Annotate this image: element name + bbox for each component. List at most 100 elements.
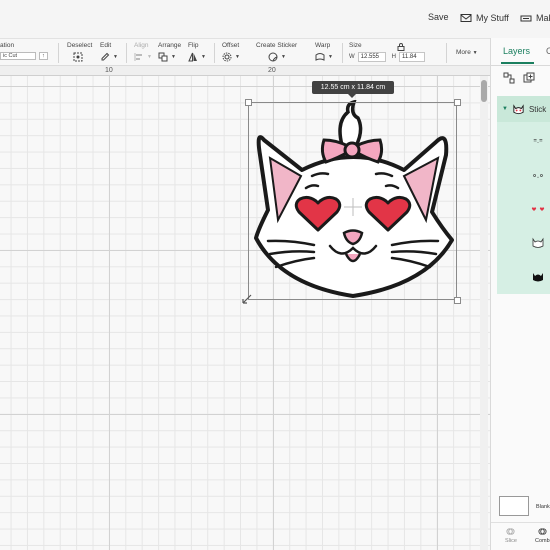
layer-group-header[interactable]: ▼ Stick — [497, 96, 550, 122]
pencil-icon — [101, 52, 110, 61]
warp-button[interactable]: Warp ▼ — [315, 42, 333, 62]
outline-thumbnail-icon — [532, 237, 544, 248]
resize-handle-top-right[interactable] — [454, 99, 461, 106]
whiskers-thumbnail-icon — [533, 139, 543, 143]
offset-label: Offset — [222, 42, 240, 49]
layer-item-eyes[interactable] — [527, 168, 549, 182]
height-input[interactable]: 11.84 — [399, 52, 426, 62]
selection-box[interactable] — [248, 102, 457, 300]
arrange-button[interactable]: Arrange ▼ — [158, 42, 181, 62]
toolbar-divider — [126, 43, 127, 63]
create-sticker-label: Create Sticker — [256, 42, 298, 49]
layer-item-silhouette[interactable] — [527, 270, 549, 284]
hearts-thumbnail-icon — [531, 207, 545, 211]
top-bar: Save My Stuff Mak — [0, 0, 550, 38]
align-label: Align — [134, 42, 149, 49]
flip-label: Flip — [188, 42, 199, 49]
combine-button[interactable]: Comb — [535, 527, 550, 544]
group-icon[interactable] — [503, 72, 515, 84]
ruler-mark: 20 — [268, 67, 276, 74]
slice-icon — [506, 528, 516, 535]
operation-label: ation — [0, 42, 15, 49]
arrange-icon — [158, 52, 168, 62]
lock-icon[interactable] — [397, 43, 405, 51]
deselect-icon — [73, 52, 83, 62]
layer-item-whiskers[interactable] — [527, 134, 549, 148]
blank-canvas-label: Blank — [536, 504, 550, 510]
blank-canvas-swatch[interactable] — [499, 496, 529, 516]
operation-options-icon[interactable]: ↑ — [39, 52, 48, 60]
panel-tabs: Layers C — [491, 38, 550, 66]
slice-button[interactable]: Slice — [505, 527, 517, 544]
cat-thumbnail-icon — [513, 103, 524, 114]
chevron-down-icon: ▼ — [113, 54, 118, 60]
flip-button[interactable]: Flip ▼ — [188, 42, 206, 62]
arrange-label: Arrange — [158, 42, 182, 49]
layer-actions — [503, 72, 535, 84]
chevron-down-icon[interactable]: ▼ — [502, 106, 508, 112]
size-group: Size W 12.555 H 11.84 — [349, 42, 426, 62]
align-button[interactable]: Align ▼ — [134, 42, 152, 62]
my-stuff-button[interactable]: My Stuff — [460, 12, 509, 24]
layers-panel: Layers C ▼ Stick Blank Slice Comb — [490, 38, 550, 550]
width-label: W — [349, 54, 355, 60]
machine-icon — [520, 15, 532, 22]
sticker-icon — [268, 52, 278, 62]
operation-group: ation ic Cut ↑ — [0, 42, 48, 60]
scrollbar-thumb[interactable] — [481, 80, 487, 102]
top-ruler: 10 20 — [0, 66, 490, 76]
edit-toolbar: ation ic Cut ↑ Deselect Edit ▼ Align ▼ A… — [0, 38, 490, 66]
width-input[interactable]: 12.555 — [357, 52, 386, 62]
edit-button[interactable]: Edit ▼ — [100, 42, 118, 62]
duplicate-icon[interactable] — [523, 72, 535, 84]
operation-select[interactable]: ic Cut — [0, 52, 36, 60]
chevron-down-icon: ▼ — [235, 54, 240, 60]
layer-group-label: Stick — [528, 104, 547, 114]
chevron-down-icon: ▼ — [472, 50, 478, 56]
combine-icon — [538, 528, 547, 535]
layer-item-outline[interactable] — [527, 236, 549, 250]
my-stuff-label: My Stuff — [476, 13, 509, 23]
mail-icon — [460, 14, 472, 22]
create-sticker-button[interactable]: Create Sticker ▼ — [256, 42, 297, 62]
make-label: Mak — [536, 13, 550, 23]
ruler-mark: 10 — [105, 67, 113, 74]
layer-group-sticker[interactable]: ▼ Stick — [497, 96, 550, 294]
warp-icon — [315, 53, 325, 61]
toolbar-divider — [446, 43, 447, 63]
combine-label: Comb — [535, 538, 550, 544]
toolbar-divider — [214, 43, 215, 63]
chevron-down-icon: ▼ — [147, 54, 152, 60]
offset-icon — [222, 52, 232, 62]
chevron-down-icon: ▼ — [281, 54, 286, 60]
chevron-down-icon: ▼ — [171, 54, 176, 60]
more-button[interactable]: More ▼ — [456, 49, 478, 56]
resize-handle-top-left[interactable] — [245, 99, 252, 106]
silhouette-thumbnail-icon — [533, 273, 543, 282]
layer-item-hearts[interactable] — [527, 202, 549, 216]
size-label: Size — [349, 42, 362, 49]
deselect-button[interactable]: Deselect — [67, 42, 92, 62]
height-label: H — [391, 54, 397, 60]
chevron-down-icon: ▼ — [201, 54, 206, 60]
deselect-label: Deselect — [67, 42, 93, 49]
eyes-thumbnail-icon — [533, 173, 543, 178]
dimension-badge: 12.55 cm x 11.84 cm — [312, 81, 394, 98]
save-button[interactable]: Save — [428, 12, 449, 22]
make-button[interactable]: Mak — [520, 12, 550, 24]
resize-handle-bottom-right[interactable] — [454, 297, 461, 304]
flip-icon — [188, 52, 197, 62]
vertical-scrollbar[interactable] — [480, 76, 488, 550]
slice-label: Slice — [505, 538, 517, 544]
toolbar-divider — [58, 43, 59, 63]
tab-other[interactable]: C — [546, 46, 550, 56]
offset-button[interactable]: Offset ▼ — [222, 42, 240, 62]
tab-layers[interactable]: Layers — [500, 46, 535, 64]
align-icon — [134, 53, 142, 61]
save-label: Save — [428, 12, 449, 22]
edit-label: Edit — [100, 42, 112, 49]
toolbar-divider — [342, 43, 343, 63]
panel-bottom-actions: Slice Comb — [491, 522, 550, 550]
warp-label: Warp — [315, 42, 331, 49]
resize-arrow-icon[interactable] — [242, 294, 252, 304]
